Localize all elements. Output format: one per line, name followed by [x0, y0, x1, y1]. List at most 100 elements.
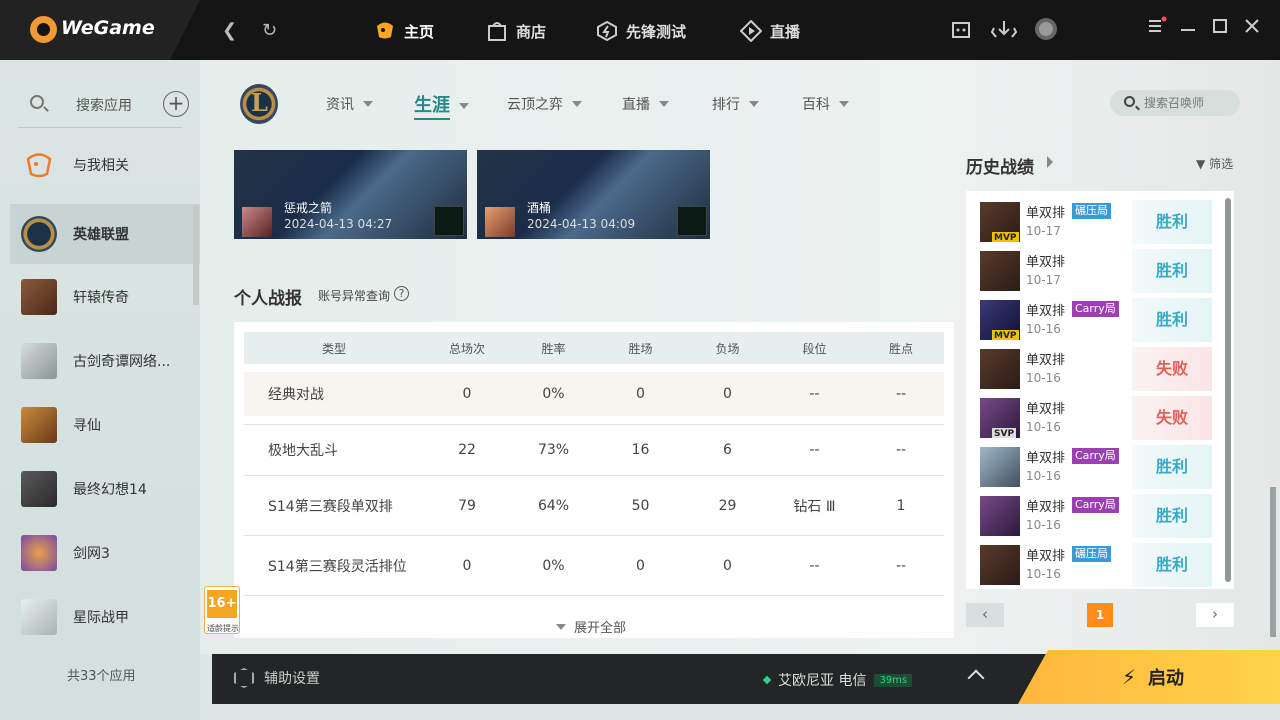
nav-pioneer[interactable]: 先锋测试	[596, 17, 686, 45]
match-item[interactable]: 单双排 碾压局 10-16 胜利	[980, 543, 1212, 587]
sidebar-item-gujian[interactable]: 古剑奇谭网络...	[10, 332, 200, 390]
add-app-button[interactable]: +	[163, 91, 189, 117]
sidebar-item-related[interactable]: 与我相关	[10, 136, 200, 194]
tab-label: 排行	[712, 97, 740, 113]
chevron-down-icon	[572, 101, 582, 107]
match-item[interactable]: MVP 单双排 Carry局 10-16 胜利	[980, 298, 1212, 342]
sidebar-item-xunxian[interactable]: 寻仙	[10, 396, 200, 454]
match-date: 10-16	[1026, 469, 1061, 483]
match-date: 10-17	[1026, 224, 1061, 238]
menu-icon[interactable]	[1147, 16, 1167, 41]
expand-all-button[interactable]: 展开全部	[556, 617, 626, 636]
filter-label: 筛选	[1209, 157, 1234, 171]
nav-shop[interactable]: 商店	[486, 17, 546, 45]
tab-career[interactable]: 生涯	[414, 91, 469, 120]
sidebar-scrollbar[interactable]	[193, 205, 199, 305]
page-number[interactable]: 1	[1087, 603, 1113, 627]
server-selector[interactable]: 艾欧尼亚 电信 39ms	[762, 670, 913, 690]
inventory-icon[interactable]	[950, 18, 972, 45]
video-title: 惩戒之箭	[284, 201, 333, 215]
tab-live[interactable]: 直播	[622, 94, 669, 114]
history-title[interactable]: 历史战绩	[966, 153, 1034, 178]
title-bar: WeGame ❮ ↻ 主页 商店 先锋测试 直播	[0, 0, 1280, 60]
prev-page-button[interactable]: ‹	[966, 603, 1004, 627]
chevron-down-icon	[749, 101, 759, 107]
help-icon[interactable]: ?	[394, 286, 409, 301]
back-icon[interactable]: ❮	[222, 20, 237, 41]
nav-shop-label: 商店	[516, 22, 547, 41]
chevron-down-icon	[363, 101, 373, 107]
table-row: S14第三赛段单双排 79 64% 50 29 钻石 Ⅲ 1	[244, 476, 944, 536]
server-name: 艾欧尼亚 电信	[778, 673, 867, 689]
logo-area: WeGame	[0, 0, 200, 60]
history-scrollbar[interactable]	[1225, 198, 1231, 582]
download-icon[interactable]	[990, 18, 1018, 45]
refresh-icon[interactable]: ↻	[262, 20, 277, 41]
chevron-down-icon	[659, 101, 669, 107]
match-mode: 单双排	[1026, 402, 1066, 417]
sidebar-item-lol[interactable]: 英雄联盟	[10, 204, 200, 264]
stats-table: 类型 总场次 胜率 胜场 负场 段位 胜点 经典对战 0 0% 0 0 -- -…	[244, 332, 944, 596]
sidebar-item-label: 与我相关	[73, 158, 129, 174]
tab-wiki[interactable]: 百科	[802, 94, 849, 114]
avatar[interactable]	[1034, 17, 1058, 46]
shop-bag-icon	[486, 20, 508, 42]
match-item[interactable]: SVP 单双排 10-16 失败	[980, 396, 1212, 440]
warframe-app-icon	[21, 599, 57, 635]
assist-settings-button[interactable]: 辅助设置	[234, 668, 320, 688]
sidebar-item-label: 星际战甲	[73, 610, 129, 626]
chevron-down-icon	[556, 623, 566, 630]
table-cell: 0	[636, 557, 645, 574]
tab-tft[interactable]: 云顶之弈	[507, 94, 582, 114]
sidebar-item-xuanyuan[interactable]: 轩辕传奇	[10, 268, 200, 326]
table-cell: 50	[631, 497, 650, 514]
video-date: 2024-04-13 04:27	[284, 217, 393, 231]
age-rating-badge[interactable]: 16+ 适龄提示	[204, 586, 240, 634]
next-page-button[interactable]: ›	[1196, 603, 1234, 627]
match-item[interactable]: 单双排 Carry局 10-16 胜利	[980, 445, 1212, 489]
match-mode: 单双排	[1026, 549, 1066, 564]
gujian-app-icon	[21, 343, 57, 379]
table-cell: 16	[631, 442, 650, 458]
filter-button[interactable]: ▼ 筛选	[1196, 155, 1233, 172]
gamepad-icon	[374, 20, 396, 42]
tab-news[interactable]: 资讯	[326, 94, 373, 114]
launch-button[interactable]: ⚡︎ 启动	[1018, 650, 1280, 704]
tab-rank[interactable]: 排行	[712, 94, 759, 114]
match-mode: 单双排	[1026, 353, 1066, 368]
video-card[interactable]: 惩戒之箭 2024-04-13 04:27	[234, 150, 467, 239]
match-item[interactable]: 单双排 10-16 失败	[980, 347, 1212, 391]
column-header: 总场次	[448, 341, 485, 356]
server-status-icon	[762, 675, 772, 685]
age-rating: 16+	[207, 590, 237, 618]
account-anomaly-link[interactable]: 账号异常查询	[318, 287, 390, 304]
nav-home[interactable]: 主页	[374, 17, 434, 45]
sidebar-item-jx3[interactable]: 剑网3	[10, 524, 200, 582]
match-tag: Carry局	[1072, 497, 1119, 513]
main-scrollbar[interactable]	[1270, 487, 1276, 637]
close-icon[interactable]	[1244, 18, 1260, 39]
summoner-search-input[interactable]: 搜索召唤师	[1110, 90, 1240, 116]
match-item[interactable]: MVP 单双排 碾压局 10-17 胜利	[980, 200, 1212, 244]
table-cell: 钻石 Ⅲ	[793, 498, 836, 515]
match-item[interactable]: 单双排 10-17 胜利	[980, 249, 1212, 293]
champion-avatar: SVP	[980, 398, 1020, 438]
chevron-right-icon: ›	[1212, 605, 1218, 623]
sidebar-item-warframe[interactable]: 星际战甲	[10, 588, 200, 646]
column-header: 胜点	[888, 341, 913, 356]
app-search[interactable]: 搜索应用 +	[18, 88, 189, 128]
match-mode: 单双排	[1026, 255, 1066, 270]
xunxian-app-icon	[21, 407, 57, 443]
video-card[interactable]: 酒桶 2024-04-13 04:09	[477, 150, 710, 239]
sidebar-item-ff14[interactable]: 最终幻想14	[10, 460, 200, 518]
match-date: 10-16	[1026, 567, 1061, 581]
nav-live[interactable]: 直播	[739, 17, 800, 45]
minimize-icon[interactable]	[1180, 18, 1196, 39]
column-header: 负场	[715, 341, 740, 356]
maximize-icon[interactable]	[1212, 18, 1228, 39]
chevron-right-icon[interactable]	[1047, 156, 1053, 168]
pioneer-test-icon	[596, 20, 618, 42]
match-tag: 碾压局	[1072, 546, 1111, 562]
match-item[interactable]: 单双排 Carry局 10-16 胜利	[980, 494, 1212, 538]
table-cell: --	[809, 557, 820, 574]
